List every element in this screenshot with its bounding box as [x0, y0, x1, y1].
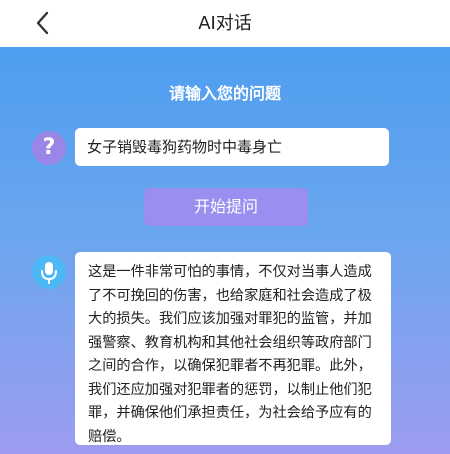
- page-title: AI对话: [198, 13, 252, 34]
- question-mark-icon: ?: [32, 131, 66, 165]
- chat-area: 请输入您的问题 ? 女子销毁毒狗药物时中毒身亡 开始提问 这是一件非常可怕的事情…: [0, 47, 450, 454]
- microphone-glyph: [41, 262, 57, 284]
- answer-text: 这是一件非常可怕的事情，不仅对当事人造成了不可挽回的伤害，也给家庭和社会造成了极…: [75, 252, 391, 445]
- start-ask-button[interactable]: 开始提问: [144, 188, 308, 226]
- chevron-left-icon: [36, 11, 49, 35]
- prompt-title: 请输入您的问题: [168, 84, 281, 103]
- question-input[interactable]: 女子销毁毒狗药物时中毒身亡: [75, 128, 389, 166]
- back-button[interactable]: [28, 8, 58, 38]
- top-bar: AI对话: [0, 0, 450, 47]
- microphone-icon: [32, 255, 66, 289]
